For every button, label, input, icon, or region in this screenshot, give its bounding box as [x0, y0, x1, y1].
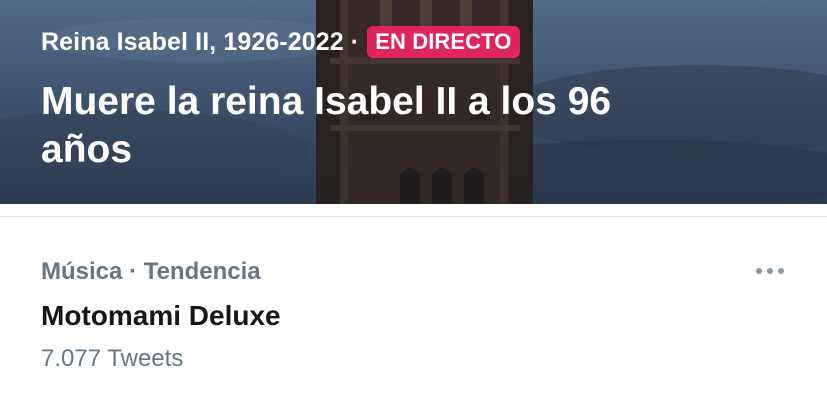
hero-topic: Reina Isabel II, 1926-2022 [41, 27, 344, 56]
live-badge: EN DIRECTO [367, 26, 520, 58]
more-options-button[interactable] [748, 255, 792, 287]
more-horizontal-icon [756, 268, 784, 274]
trend-tweet-count: 7.077 Tweets [41, 345, 184, 372]
hero-headline[interactable]: Muere la reina Isabel II a los 96 años [41, 78, 701, 174]
hero-meta: Reina Isabel II, 1926-2022 · EN DIRECTO [41, 26, 520, 58]
trend-title[interactable]: Motomami Deluxe [41, 300, 281, 332]
trend-item[interactable]: Música · Tendencia Motomami Deluxe 7.077… [0, 217, 827, 408]
hero-separator: · [350, 27, 360, 56]
news-hero-card[interactable]: Reina Isabel II, 1926-2022 · EN DIRECTO … [0, 0, 827, 204]
trend-category: Música · Tendencia [41, 258, 261, 285]
